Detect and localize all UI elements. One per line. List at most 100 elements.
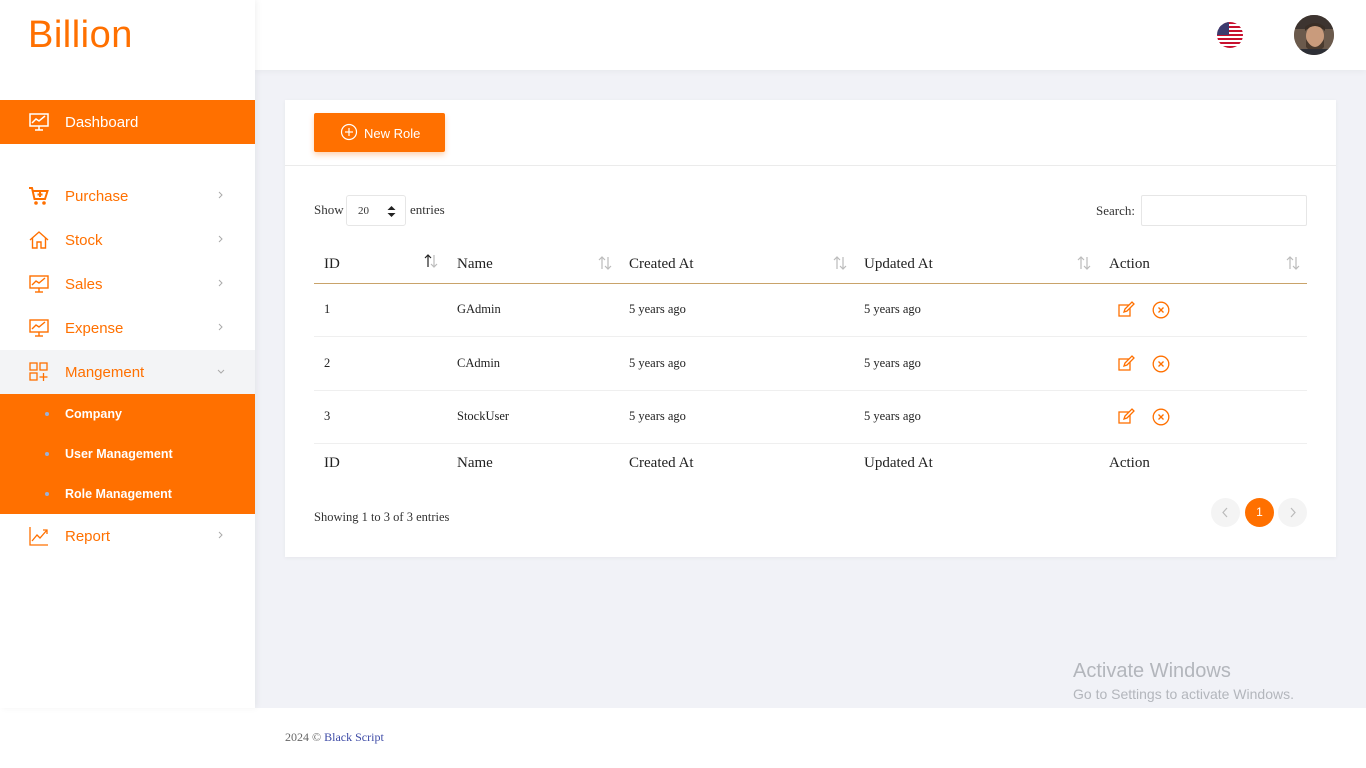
cell-updated-at: 5 years ago (864, 356, 921, 370)
sidebar-item-label: Sales (65, 275, 103, 293)
column-header-name[interactable]: Name (457, 256, 493, 273)
sidebar-item-expense[interactable]: Expense (0, 306, 255, 350)
roles-card: New Role Show 20 entries Search: ID Name… (285, 100, 1336, 557)
card-toolbar: New Role (285, 100, 1336, 166)
footer-column-name: Name (457, 455, 493, 471)
column-header-updated-at[interactable]: Updated At (864, 256, 933, 273)
sidebar-item-sales[interactable]: Sales (0, 262, 255, 306)
cell-name: StockUser (457, 409, 510, 423)
logo[interactable]: Billion (28, 14, 133, 57)
new-role-button[interactable]: New Role (314, 113, 445, 152)
pagination-page-button[interactable]: 1 (1245, 498, 1274, 527)
table-header: ID Name Created At Updated At Action (314, 245, 1307, 284)
sidebar-item-purchase[interactable]: Purchase (0, 174, 255, 218)
sidebar-item-stock[interactable]: Stock (0, 218, 255, 262)
delete-icon[interactable] (1152, 408, 1170, 426)
sort-asc-icon[interactable] (424, 253, 438, 269)
plus-circle-icon (340, 123, 358, 141)
column-header-id[interactable]: ID (324, 256, 340, 273)
trend-chart-icon (29, 527, 48, 546)
sidebar-item-label: Purchase (65, 187, 129, 205)
management-submenu: Company User Management Role Management (0, 394, 255, 514)
chevron-right-icon (218, 235, 223, 243)
cell-created-at: 5 years ago (629, 356, 686, 370)
delete-icon[interactable] (1152, 301, 1170, 319)
footer-column-created-at: Created At (629, 455, 694, 471)
chevron-left-icon (1222, 507, 1228, 518)
sort-icon[interactable] (598, 255, 612, 271)
footer-column-updated-at: Updated At (864, 455, 933, 471)
footer-copyright: 2024 © Black Script (285, 730, 384, 745)
sort-icon[interactable] (833, 255, 847, 271)
sort-icon[interactable] (1286, 255, 1300, 271)
sidebar-item-label: Report (65, 527, 111, 545)
submenu-item-label: Role Management (65, 487, 172, 501)
chevron-right-icon (1290, 507, 1296, 518)
table-row: 2 CAdmin 5 years ago 5 years ago (314, 338, 1307, 391)
cell-created-at: 5 years ago (629, 302, 686, 316)
edit-icon[interactable] (1117, 301, 1135, 319)
search-input[interactable] (1141, 195, 1307, 226)
cell-created-at: 5 years ago (629, 409, 686, 423)
windows-watermark-title: Activate Windows (1073, 660, 1231, 682)
page-footer: 2024 © Black Script (0, 708, 1366, 768)
top-header (255, 0, 1366, 70)
bullet-icon (45, 492, 49, 496)
sidebar-item-label: Mangement (65, 363, 145, 381)
sidebar-item-label: Stock (65, 231, 103, 249)
footer-column-action: Action (1109, 455, 1150, 471)
submenu-item-company[interactable]: Company (0, 394, 255, 434)
table-footer: ID Name Created At Updated At Action (314, 445, 1307, 481)
edit-icon[interactable] (1117, 355, 1135, 373)
submenu-item-user-management[interactable]: User Management (0, 434, 255, 474)
submenu-item-role-management[interactable]: Role Management (0, 474, 255, 514)
sidebar-item-report[interactable]: Report (0, 514, 255, 558)
sidebar-item-label: Expense (65, 319, 124, 337)
show-label: Show (314, 202, 344, 217)
chevron-right-icon (218, 531, 223, 539)
user-avatar[interactable] (1294, 15, 1334, 55)
cell-id: 3 (324, 409, 331, 423)
chevron-down-icon (217, 369, 225, 374)
page-size-value: 20 (358, 205, 369, 217)
entries-label: entries (410, 202, 445, 217)
table-row: 1 GAdmin 5 years ago 5 years ago (314, 284, 1307, 337)
sort-arrows-icon (387, 206, 396, 217)
cell-updated-at: 5 years ago (864, 409, 921, 423)
column-header-created-at[interactable]: Created At (629, 256, 694, 273)
cell-updated-at: 5 years ago (864, 302, 921, 316)
cell-id: 2 (324, 356, 331, 370)
sidebar-item-label: Dashboard (65, 113, 139, 131)
page-size-select[interactable]: 20 (346, 195, 406, 226)
submenu-item-label: User Management (65, 447, 173, 461)
pagination-info: Showing 1 to 3 of 3 entries (314, 510, 450, 524)
pagination-next-button[interactable] (1278, 498, 1307, 527)
edit-icon[interactable] (1117, 408, 1135, 426)
cart-plus-icon (29, 187, 49, 205)
column-header-action[interactable]: Action (1109, 256, 1150, 273)
chart-board-icon (29, 275, 49, 293)
chart-board-icon (29, 113, 49, 131)
submenu-item-label: Company (65, 407, 122, 421)
chevron-right-icon (218, 279, 223, 287)
table-row: 3 StockUser 5 years ago 5 years ago (314, 391, 1307, 444)
footer-year: 2024 © (285, 730, 325, 744)
us-flag-icon[interactable] (1217, 22, 1243, 48)
bullet-icon (45, 412, 49, 416)
sidebar: Billion Dashboard Purchase Stock Sales E… (0, 0, 255, 708)
sidebar-item-dashboard[interactable]: Dashboard (0, 100, 255, 144)
footer-company-link[interactable]: Black Script (324, 730, 384, 744)
bullet-icon (45, 452, 49, 456)
home-icon (29, 231, 49, 249)
pagination-prev-button[interactable] (1211, 498, 1240, 527)
chevron-right-icon (218, 323, 223, 331)
delete-icon[interactable] (1152, 355, 1170, 373)
sidebar-item-mangement[interactable]: Mangement (0, 350, 255, 394)
cell-name: GAdmin (457, 302, 501, 316)
chart-board-icon (29, 319, 49, 337)
sort-icon[interactable] (1077, 255, 1091, 271)
search-label: Search: (1096, 203, 1135, 218)
cell-id: 1 (324, 302, 331, 316)
new-role-label: New Role (364, 126, 421, 141)
grid-plus-icon (29, 362, 48, 381)
